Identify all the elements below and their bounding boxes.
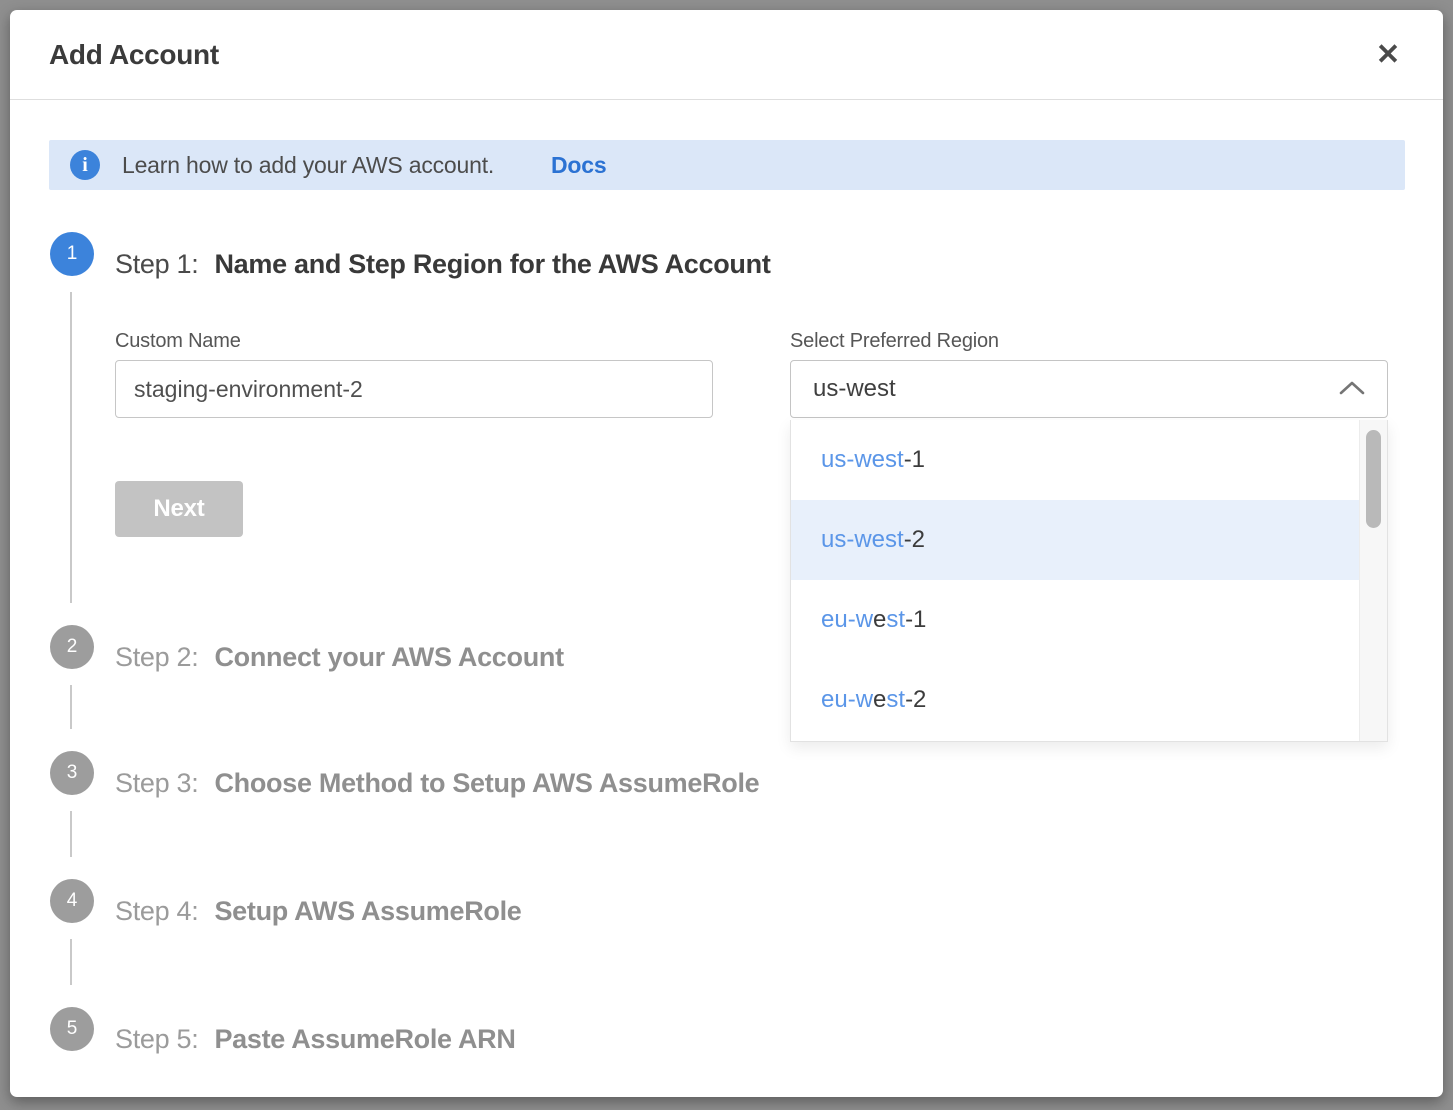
modal-header: Add Account ✕ xyxy=(10,10,1443,100)
step-4-prefix: Step 4: xyxy=(115,896,198,926)
dropdown-scrollbar-thumb[interactable] xyxy=(1366,430,1381,528)
option-match-text: st xyxy=(886,606,905,633)
modal-title: Add Account xyxy=(49,10,219,100)
option-rest-text: e xyxy=(873,686,886,713)
banner-text: Learn how to add your AWS account. xyxy=(122,140,494,190)
docs-link[interactable]: Docs xyxy=(551,140,606,190)
step-3-prefix: Step 3: xyxy=(115,768,198,798)
step-connector xyxy=(70,939,72,985)
option-rest-text: -1 xyxy=(904,446,925,473)
step-5-prefix: Step 5: xyxy=(115,1024,198,1054)
info-banner: i Learn how to add your AWS account. Doc… xyxy=(49,140,1405,190)
step-5-heading: Step 5: Paste AssumeRole ARN xyxy=(115,1019,516,1059)
option-rest-text: -2 xyxy=(904,526,925,553)
step-2-prefix: Step 2: xyxy=(115,642,198,672)
dropdown-scrollbar-track[interactable] xyxy=(1359,420,1387,741)
option-rest-text: -1 xyxy=(905,606,926,633)
step-3-title: Choose Method to Setup AWS AssumeRole xyxy=(214,768,759,798)
close-icon[interactable]: ✕ xyxy=(1369,36,1407,74)
step-1-heading: Step 1: Name and Step Region for the AWS … xyxy=(115,244,771,284)
step-connector xyxy=(70,811,72,857)
region-option[interactable]: eu-west-1 xyxy=(791,580,1359,660)
region-select[interactable]: us-west xyxy=(790,360,1388,418)
custom-name-label: Custom Name xyxy=(115,330,241,353)
option-match-text: eu-w xyxy=(821,686,873,713)
option-match-text: eu-w xyxy=(821,606,873,633)
step-2-title: Connect your AWS Account xyxy=(214,642,563,672)
step-1-prefix: Step 1: xyxy=(115,249,198,279)
step-2-circle: 2 xyxy=(50,625,94,669)
option-match-text: us-west xyxy=(821,446,904,473)
next-button[interactable]: Next xyxy=(115,481,243,537)
step-4-heading: Step 4: Setup AWS AssumeRole xyxy=(115,891,522,931)
option-rest-text: e xyxy=(873,606,886,633)
region-option[interactable]: us-west-2 xyxy=(791,500,1359,580)
step-5-circle: 5 xyxy=(50,1007,94,1051)
step-1-circle: 1 xyxy=(50,232,94,276)
step-4-title: Setup AWS AssumeRole xyxy=(214,896,521,926)
step-connector xyxy=(70,292,72,603)
step-1-title: Name and Step Region for the AWS Account xyxy=(214,249,770,279)
step-4-circle: 4 xyxy=(50,879,94,923)
region-select-value: us-west xyxy=(813,361,896,417)
option-match-text: st xyxy=(886,686,905,713)
step-3-circle: 3 xyxy=(50,751,94,795)
info-icon: i xyxy=(70,150,100,180)
region-dropdown: us-west-1us-west-2eu-west-1eu-west-2 xyxy=(790,420,1388,742)
step-connector xyxy=(70,685,72,729)
option-rest-text: -2 xyxy=(905,686,926,713)
step-5-title: Paste AssumeRole ARN xyxy=(214,1024,515,1054)
region-option[interactable]: us-west-1 xyxy=(791,420,1359,500)
step-3-heading: Step 3: Choose Method to Setup AWS Assume… xyxy=(115,763,759,803)
custom-name-input[interactable] xyxy=(115,360,713,418)
chevron-up-icon xyxy=(1339,378,1365,400)
region-label: Select Preferred Region xyxy=(790,330,999,353)
region-option[interactable]: eu-west-2 xyxy=(791,660,1359,740)
step-2-heading: Step 2: Connect your AWS Account xyxy=(115,637,564,677)
option-match-text: us-west xyxy=(821,526,904,553)
region-dropdown-options: us-west-1us-west-2eu-west-1eu-west-2 xyxy=(791,420,1359,741)
add-account-modal: Add Account ✕ i Learn how to add your AW… xyxy=(10,10,1443,1097)
